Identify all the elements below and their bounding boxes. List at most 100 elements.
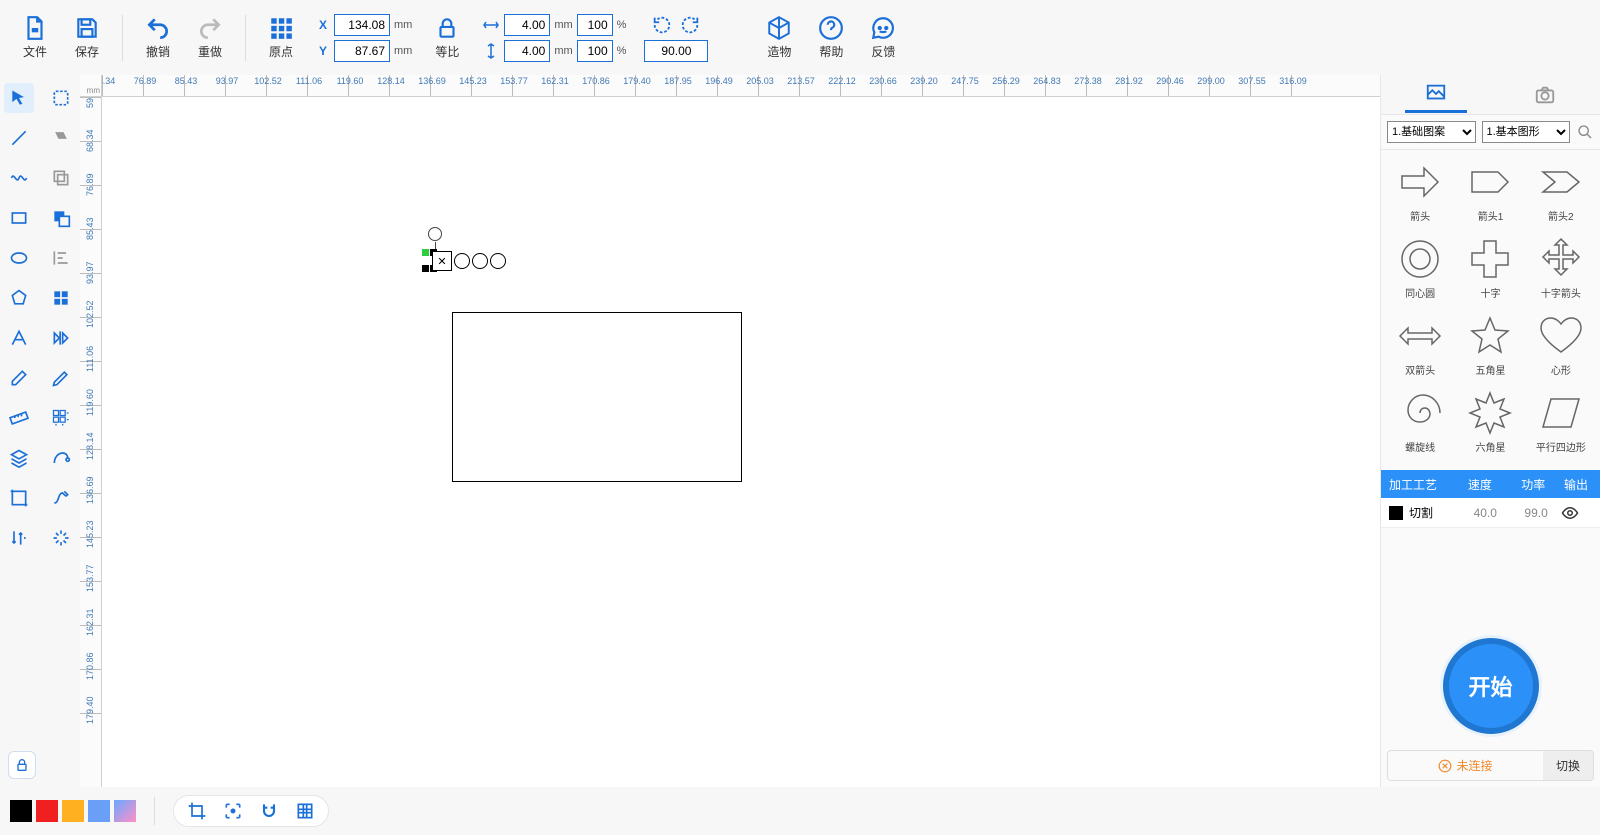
width-pct-input[interactable] bbox=[577, 14, 613, 36]
ratio-label: 等比 bbox=[435, 43, 459, 60]
shape-item[interactable]: 六角星 bbox=[1457, 387, 1523, 458]
subtract-tool[interactable] bbox=[46, 203, 76, 233]
help-button[interactable]: 帮助 bbox=[808, 11, 854, 64]
mirror-tool[interactable] bbox=[46, 323, 76, 353]
redo-button[interactable]: 重做 bbox=[187, 11, 233, 64]
origin-label: 原点 bbox=[269, 43, 293, 60]
shape-name: 箭头1 bbox=[1478, 208, 1504, 223]
magnet-icon[interactable] bbox=[258, 800, 280, 822]
lock-canvas-button[interactable] bbox=[8, 751, 36, 779]
process-row[interactable]: 切割 40.0 99.0 bbox=[1381, 498, 1600, 528]
polygon-tool[interactable] bbox=[4, 283, 34, 313]
rotate-angle-input[interactable] bbox=[644, 40, 708, 62]
shape-fill-tool[interactable] bbox=[46, 123, 76, 153]
ellipse-tool[interactable] bbox=[4, 243, 34, 273]
crop-view-icon[interactable] bbox=[186, 800, 208, 822]
file-button[interactable]: 文件 bbox=[12, 11, 58, 64]
process-table-header: 加工工艺 速度 功率 输出 bbox=[1381, 470, 1600, 498]
burst-tool[interactable] bbox=[46, 523, 76, 553]
subcategory-select[interactable]: 1.基本图形 bbox=[1482, 121, 1571, 143]
aspect-lock-button[interactable]: 等比 bbox=[424, 11, 470, 64]
cube-icon bbox=[766, 15, 792, 41]
color-swatch[interactable] bbox=[114, 800, 136, 822]
circle-shape[interactable] bbox=[454, 253, 470, 269]
save-icon bbox=[74, 15, 100, 41]
shape-thumb bbox=[1465, 391, 1515, 435]
feedback-button[interactable]: 反馈 bbox=[860, 11, 906, 64]
shape-item[interactable]: 箭头 bbox=[1387, 156, 1453, 227]
ruler-corner: mm bbox=[80, 75, 102, 97]
shape-item[interactable]: 平行四边形 bbox=[1528, 387, 1594, 458]
y-input[interactable] bbox=[334, 40, 390, 62]
tab-camera[interactable] bbox=[1514, 78, 1576, 112]
right-panel: 1.基础图案 1.基本图形 箭头箭头1 箭头2 同心圆十字十字箭头双箭头五角星心形螺… bbox=[1380, 75, 1600, 787]
color-swatch[interactable] bbox=[62, 800, 84, 822]
rotate-cw-icon[interactable] bbox=[679, 14, 701, 36]
color-swatch[interactable] bbox=[36, 800, 58, 822]
marquee-tool[interactable] bbox=[46, 83, 76, 113]
height-pct-input[interactable] bbox=[577, 40, 613, 62]
bottom-tools bbox=[173, 795, 329, 827]
select-tool[interactable] bbox=[4, 83, 34, 113]
layers-tool[interactable] bbox=[4, 443, 34, 473]
resize-handle[interactable] bbox=[422, 249, 429, 256]
x-input[interactable] bbox=[334, 14, 390, 36]
canvas-area: mm 68.3476.8985.4393.97102.52111.06119.6… bbox=[80, 75, 1380, 787]
color-swatch[interactable] bbox=[10, 800, 32, 822]
shape-item[interactable]: 五角星 bbox=[1457, 310, 1523, 381]
focus-icon[interactable] bbox=[222, 800, 244, 822]
shape-item[interactable]: 双箭头 bbox=[1387, 310, 1453, 381]
crop-tool[interactable] bbox=[4, 483, 34, 513]
start-button[interactable]: 开始 bbox=[1443, 638, 1539, 734]
array-tool[interactable] bbox=[46, 403, 76, 433]
width-input[interactable] bbox=[504, 14, 550, 36]
shape-item[interactable]: 螺旋线 bbox=[1387, 387, 1453, 458]
main-area: mm 68.3476.8985.4393.97102.52111.06119.6… bbox=[0, 75, 1600, 787]
header-output: 输出 bbox=[1560, 476, 1592, 493]
trace-tool[interactable] bbox=[46, 443, 76, 473]
shape-item[interactable]: 心形 bbox=[1528, 310, 1594, 381]
tab-library[interactable] bbox=[1405, 76, 1467, 113]
height-input[interactable] bbox=[504, 40, 550, 62]
sort-tool[interactable] bbox=[4, 523, 34, 553]
circle-shape[interactable] bbox=[472, 253, 488, 269]
switch-device-button[interactable]: 切换 bbox=[1543, 751, 1593, 780]
pen-tool[interactable] bbox=[46, 363, 76, 393]
line-tool[interactable] bbox=[4, 123, 34, 153]
circle-shape[interactable] bbox=[490, 253, 506, 269]
x-label: X bbox=[316, 18, 330, 32]
selection-center[interactable]: ✕ bbox=[432, 251, 452, 271]
curve-tool[interactable] bbox=[4, 163, 34, 193]
selected-object[interactable]: ✕ bbox=[422, 227, 522, 267]
rotate-controls bbox=[644, 14, 708, 62]
resize-handle[interactable] bbox=[422, 265, 429, 272]
shape-item[interactable]: 十字箭头 bbox=[1528, 233, 1594, 304]
text-tool[interactable] bbox=[4, 323, 34, 353]
ruler-tool[interactable] bbox=[4, 403, 34, 433]
grid-icon[interactable] bbox=[294, 800, 316, 822]
category-select[interactable]: 1.基础图案 bbox=[1387, 121, 1476, 143]
path-tool[interactable] bbox=[46, 483, 76, 513]
visibility-icon[interactable] bbox=[1561, 504, 1592, 522]
align-tool[interactable] bbox=[46, 243, 76, 273]
eraser-tool[interactable] bbox=[4, 363, 34, 393]
grid-tool[interactable] bbox=[46, 283, 76, 313]
shape-item[interactable]: 箭头1 bbox=[1457, 156, 1523, 227]
rectangle-tool[interactable] bbox=[4, 203, 34, 233]
copy-tool[interactable] bbox=[46, 163, 76, 193]
save-button[interactable]: 保存 bbox=[64, 11, 110, 64]
shape-item[interactable]: 箭头2 bbox=[1528, 156, 1594, 227]
canvas[interactable]: ✕ bbox=[102, 97, 1380, 787]
rectangle-shape[interactable] bbox=[452, 312, 742, 482]
search-icon[interactable] bbox=[1576, 123, 1594, 141]
shape-category-selects: 1.基础图案 1.基本图形 bbox=[1381, 115, 1600, 150]
origin-button[interactable]: 原点 bbox=[258, 11, 304, 64]
shape-item[interactable]: 十字 bbox=[1457, 233, 1523, 304]
shape-item[interactable]: 同心圆 bbox=[1387, 233, 1453, 304]
shape-thumb bbox=[1536, 237, 1586, 281]
rotation-handle[interactable] bbox=[428, 227, 442, 241]
color-swatch[interactable] bbox=[88, 800, 110, 822]
rotate-ccw-icon[interactable] bbox=[651, 14, 673, 36]
make-button[interactable]: 造物 bbox=[756, 11, 802, 64]
undo-button[interactable]: 撤销 bbox=[135, 11, 181, 64]
